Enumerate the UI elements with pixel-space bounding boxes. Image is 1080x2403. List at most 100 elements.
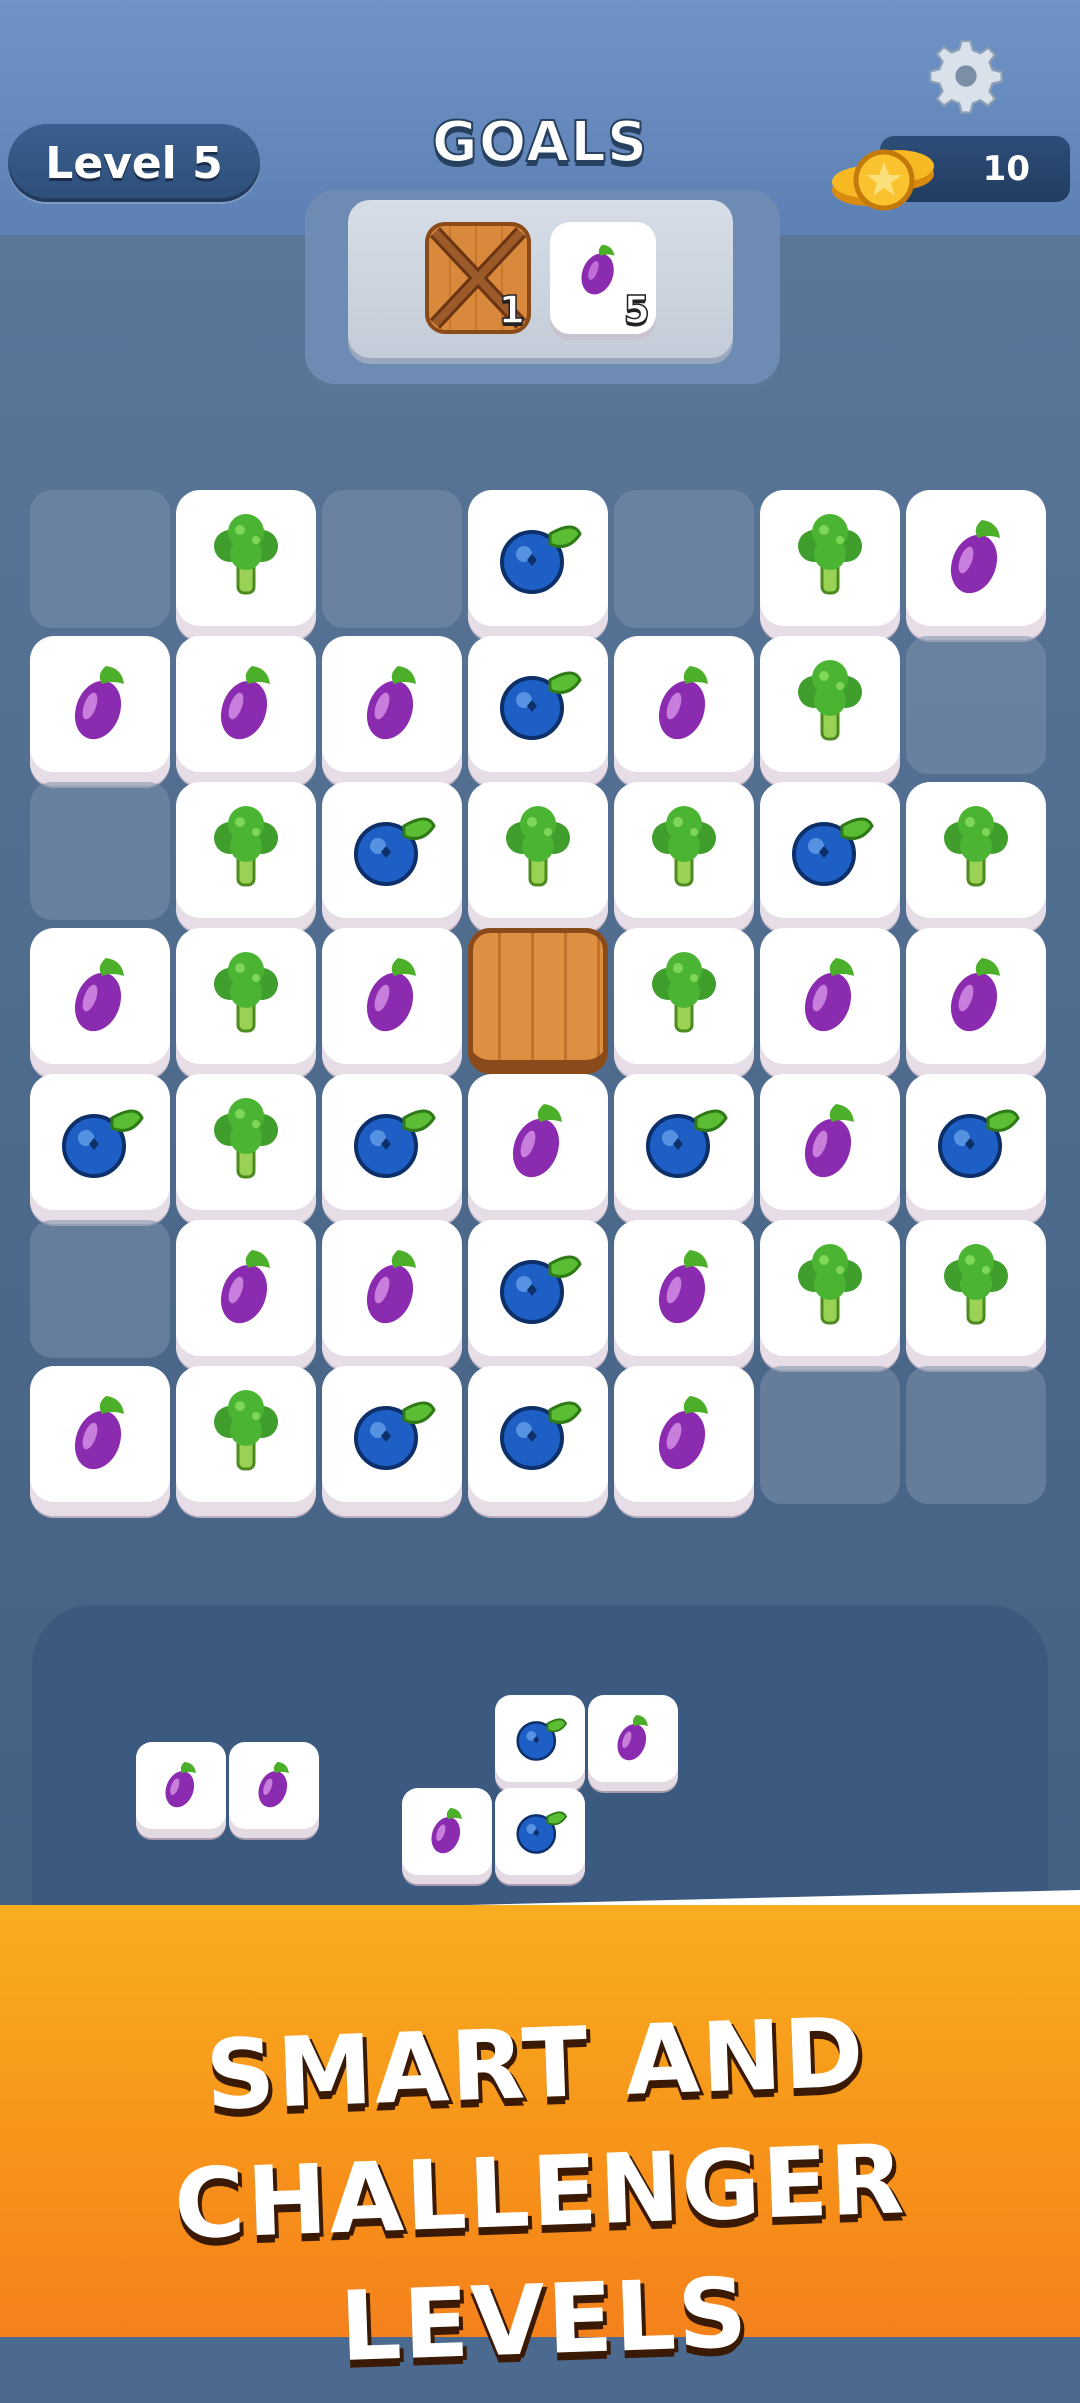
- blueberry-tile[interactable]: [322, 1366, 462, 1516]
- eggplant-icon: [943, 958, 1005, 1038]
- eggplant-tile[interactable]: [906, 928, 1046, 1078]
- empty-cell: [30, 1220, 170, 1358]
- broccoli-icon: [212, 512, 280, 595]
- eggplant-tile[interactable]: [176, 636, 316, 786]
- eggplant-tile[interactable]: [468, 1074, 608, 1224]
- blueberry-tile[interactable]: [468, 490, 608, 640]
- level-indicator: Level 5: [8, 124, 260, 202]
- eggplant-tile[interactable]: [30, 636, 170, 786]
- blueberry-tile[interactable]: [468, 636, 608, 786]
- blueberry-tile[interactable]: [322, 1074, 462, 1224]
- goal-eggplant-count: 5: [623, 287, 651, 333]
- blueberry-tile[interactable]: [468, 1366, 608, 1516]
- board-cell: [322, 1366, 462, 1516]
- eggplant-tile[interactable]: [760, 928, 900, 1078]
- board-cell: [176, 636, 316, 786]
- piece-2-eggplant-tile[interactable]: [402, 1788, 492, 1884]
- eggplant-tile[interactable]: [322, 928, 462, 1078]
- broccoli-tile[interactable]: [614, 782, 754, 932]
- promo-line-2: CHALLENGER LEVELS: [172, 2123, 908, 2384]
- board-cell: [176, 490, 316, 640]
- broccoli-tile[interactable]: [906, 782, 1046, 932]
- eggplant-icon: [213, 666, 275, 746]
- eggplant-tile[interactable]: [614, 1366, 754, 1516]
- blueberry-tile[interactable]: [614, 1074, 754, 1224]
- board-cell: [760, 928, 900, 1078]
- eggplant-tile[interactable]: [30, 928, 170, 1078]
- broccoli-tile[interactable]: [176, 490, 316, 640]
- board-cell: [322, 636, 462, 786]
- board-cell: [468, 636, 608, 786]
- blueberry-tile[interactable]: [906, 1074, 1046, 1224]
- eggplant-tile[interactable]: [176, 1220, 316, 1370]
- empty-cell: [30, 490, 170, 628]
- blueberry-icon: [516, 1718, 568, 1761]
- board-cell: [468, 1220, 608, 1370]
- eggplant-tile[interactable]: [614, 1220, 754, 1370]
- broccoli-tile[interactable]: [614, 928, 754, 1078]
- eggplant-icon: [651, 666, 713, 746]
- eggplant-icon: [797, 958, 859, 1038]
- goals-title: GOALS: [431, 109, 649, 176]
- crate-tile: [468, 928, 608, 1074]
- blueberry-tile[interactable]: [760, 782, 900, 932]
- blueberry-icon: [62, 1109, 144, 1178]
- board-cell: [614, 1074, 754, 1224]
- blueberry-tile[interactable]: [30, 1074, 170, 1224]
- goal-eggplant: 5: [550, 222, 656, 334]
- gear-icon[interactable]: [928, 38, 1004, 114]
- broccoli-tile[interactable]: [176, 1366, 316, 1516]
- broccoli-tile[interactable]: [760, 1220, 900, 1370]
- board-cell: [322, 782, 462, 932]
- blueberry-icon: [354, 1401, 436, 1470]
- board-cell: [30, 490, 170, 630]
- board-cell: [614, 1220, 754, 1370]
- board-cell: [30, 782, 170, 922]
- eggplant-icon: [651, 1250, 713, 1330]
- eggplant-tile[interactable]: [760, 1074, 900, 1224]
- level-label: Level 5: [45, 137, 223, 189]
- eggplant-tile[interactable]: [906, 490, 1046, 640]
- blueberry-tile[interactable]: [468, 1220, 608, 1370]
- goal-crate-count: 1: [498, 287, 526, 333]
- broccoli-icon: [212, 804, 280, 887]
- eggplant-icon: [160, 1761, 199, 1812]
- blueberry-icon: [792, 817, 874, 886]
- eggplant-tile[interactable]: [614, 636, 754, 786]
- piece-2-blueberry-tile[interactable]: [495, 1695, 585, 1791]
- broccoli-tile[interactable]: [906, 1220, 1046, 1370]
- eggplant-tile[interactable]: [30, 1366, 170, 1516]
- coin-count: 10: [982, 149, 1030, 189]
- eggplant-tile[interactable]: [322, 1220, 462, 1370]
- broccoli-tile[interactable]: [468, 782, 608, 932]
- broccoli-icon: [942, 1242, 1010, 1325]
- board-cell: [614, 636, 754, 786]
- board-cell: [322, 1220, 462, 1370]
- piece-1-eggplant-tile[interactable]: [136, 1742, 226, 1838]
- board-cell: [322, 928, 462, 1078]
- blueberry-icon: [516, 1811, 568, 1854]
- broccoli-icon: [796, 1242, 864, 1325]
- broccoli-icon: [650, 804, 718, 887]
- piece-1-eggplant-tile[interactable]: [229, 1742, 319, 1838]
- board-cell: [906, 1074, 1046, 1224]
- broccoli-tile[interactable]: [760, 490, 900, 640]
- board-cell: [468, 1074, 608, 1224]
- broccoli-tile[interactable]: [176, 782, 316, 932]
- eggplant-tile[interactable]: [322, 636, 462, 786]
- blueberry-icon: [500, 671, 582, 740]
- blueberry-icon: [500, 525, 582, 594]
- piece-2-eggplant-tile[interactable]: [588, 1695, 678, 1791]
- piece-2-blueberry-tile[interactable]: [495, 1788, 585, 1884]
- board-cell: [906, 1366, 1046, 1506]
- blueberry-tile[interactable]: [322, 782, 462, 932]
- eggplant-icon: [612, 1714, 651, 1765]
- broccoli-tile[interactable]: [760, 636, 900, 786]
- eggplant-icon: [253, 1761, 292, 1812]
- empty-cell: [906, 636, 1046, 774]
- board-cell: [468, 928, 608, 1074]
- broccoli-tile[interactable]: [176, 928, 316, 1078]
- broccoli-tile[interactable]: [176, 1074, 316, 1224]
- board-cell: [468, 1366, 608, 1516]
- blueberry-icon: [500, 1255, 582, 1324]
